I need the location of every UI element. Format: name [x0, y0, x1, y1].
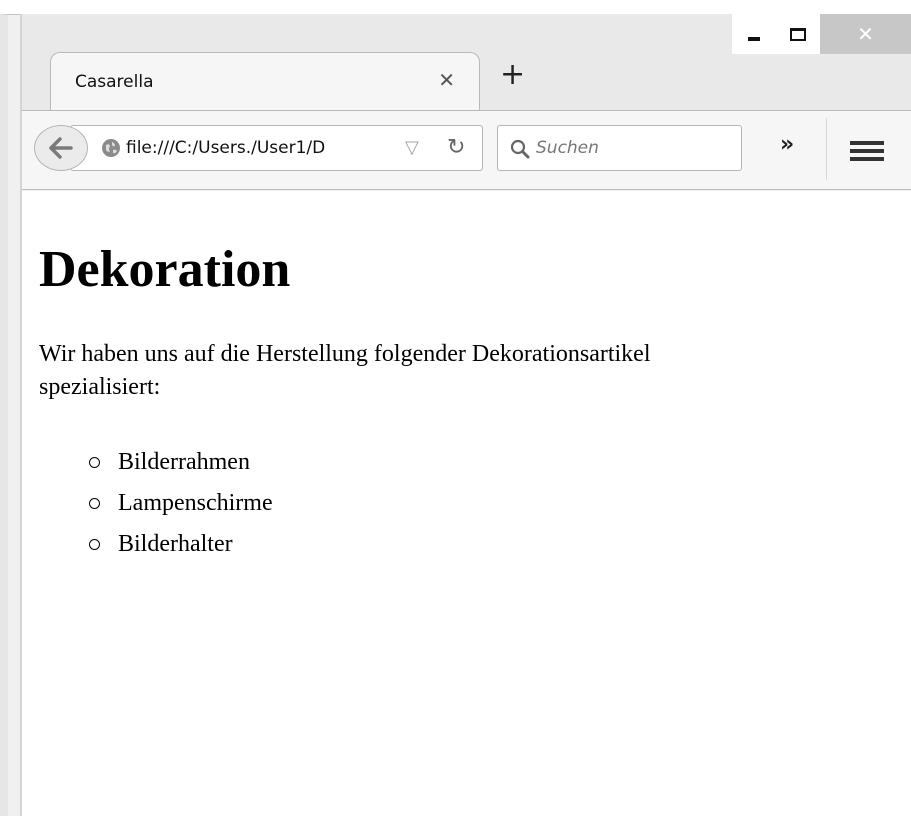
url-text[interactable]: file:///C:/Users./User1/D — [126, 138, 386, 158]
list-item: Bilderrahmen — [89, 442, 911, 483]
browser-window: ✕ Casarella ✕ + file:///C:/Users./User1/… — [0, 0, 911, 816]
close-window-button[interactable]: ✕ — [820, 14, 911, 54]
search-input[interactable] — [497, 125, 742, 171]
circle-bullet-icon — [89, 498, 100, 509]
circle-bullet-icon — [89, 539, 100, 550]
tab-casarella[interactable]: Casarella ✕ — [50, 52, 480, 110]
decoration-list: Bilderrahmen Lampenschirme Bilderhalter — [89, 442, 911, 565]
back-arrow-icon — [49, 137, 73, 159]
list-item: Bilderhalter — [89, 524, 911, 565]
toolbar-divider — [826, 118, 827, 180]
intro-paragraph: Wir haben uns auf die Herstellung folgen… — [39, 341, 651, 400]
circle-bullet-icon — [89, 457, 100, 468]
hamburger-menu-icon[interactable] — [850, 141, 884, 161]
maximize-icon — [790, 27, 806, 41]
tab-title: Casarella — [75, 71, 154, 92]
list-item-label: Bilderrahmen — [118, 449, 250, 475]
list-item-label: Lampenschirme — [118, 490, 273, 516]
minimize-button[interactable] — [732, 14, 776, 54]
window-controls: ✕ — [732, 14, 911, 54]
new-tab-button[interactable]: + — [500, 60, 525, 90]
page-content: Dekoration Wir haben uns auf die Herstel… — [22, 191, 911, 816]
page-heading: Dekoration — [39, 241, 291, 298]
minimize-icon — [748, 37, 760, 41]
back-button[interactable] — [34, 125, 88, 171]
search-placeholder: Suchen — [536, 138, 599, 158]
globe-icon — [102, 139, 120, 157]
search-icon — [510, 139, 530, 159]
overflow-chevron-icon[interactable]: » — [780, 132, 794, 157]
list-item-label: Bilderhalter — [118, 531, 233, 557]
reload-icon[interactable]: ↻ — [447, 135, 465, 160]
list-item: Lampenschirme — [89, 483, 911, 524]
close-icon: ✕ — [857, 22, 874, 46]
tab-close-icon[interactable]: ✕ — [438, 68, 455, 92]
maximize-button[interactable] — [776, 14, 820, 54]
history-dropdown-icon[interactable]: ▽ — [405, 137, 419, 158]
